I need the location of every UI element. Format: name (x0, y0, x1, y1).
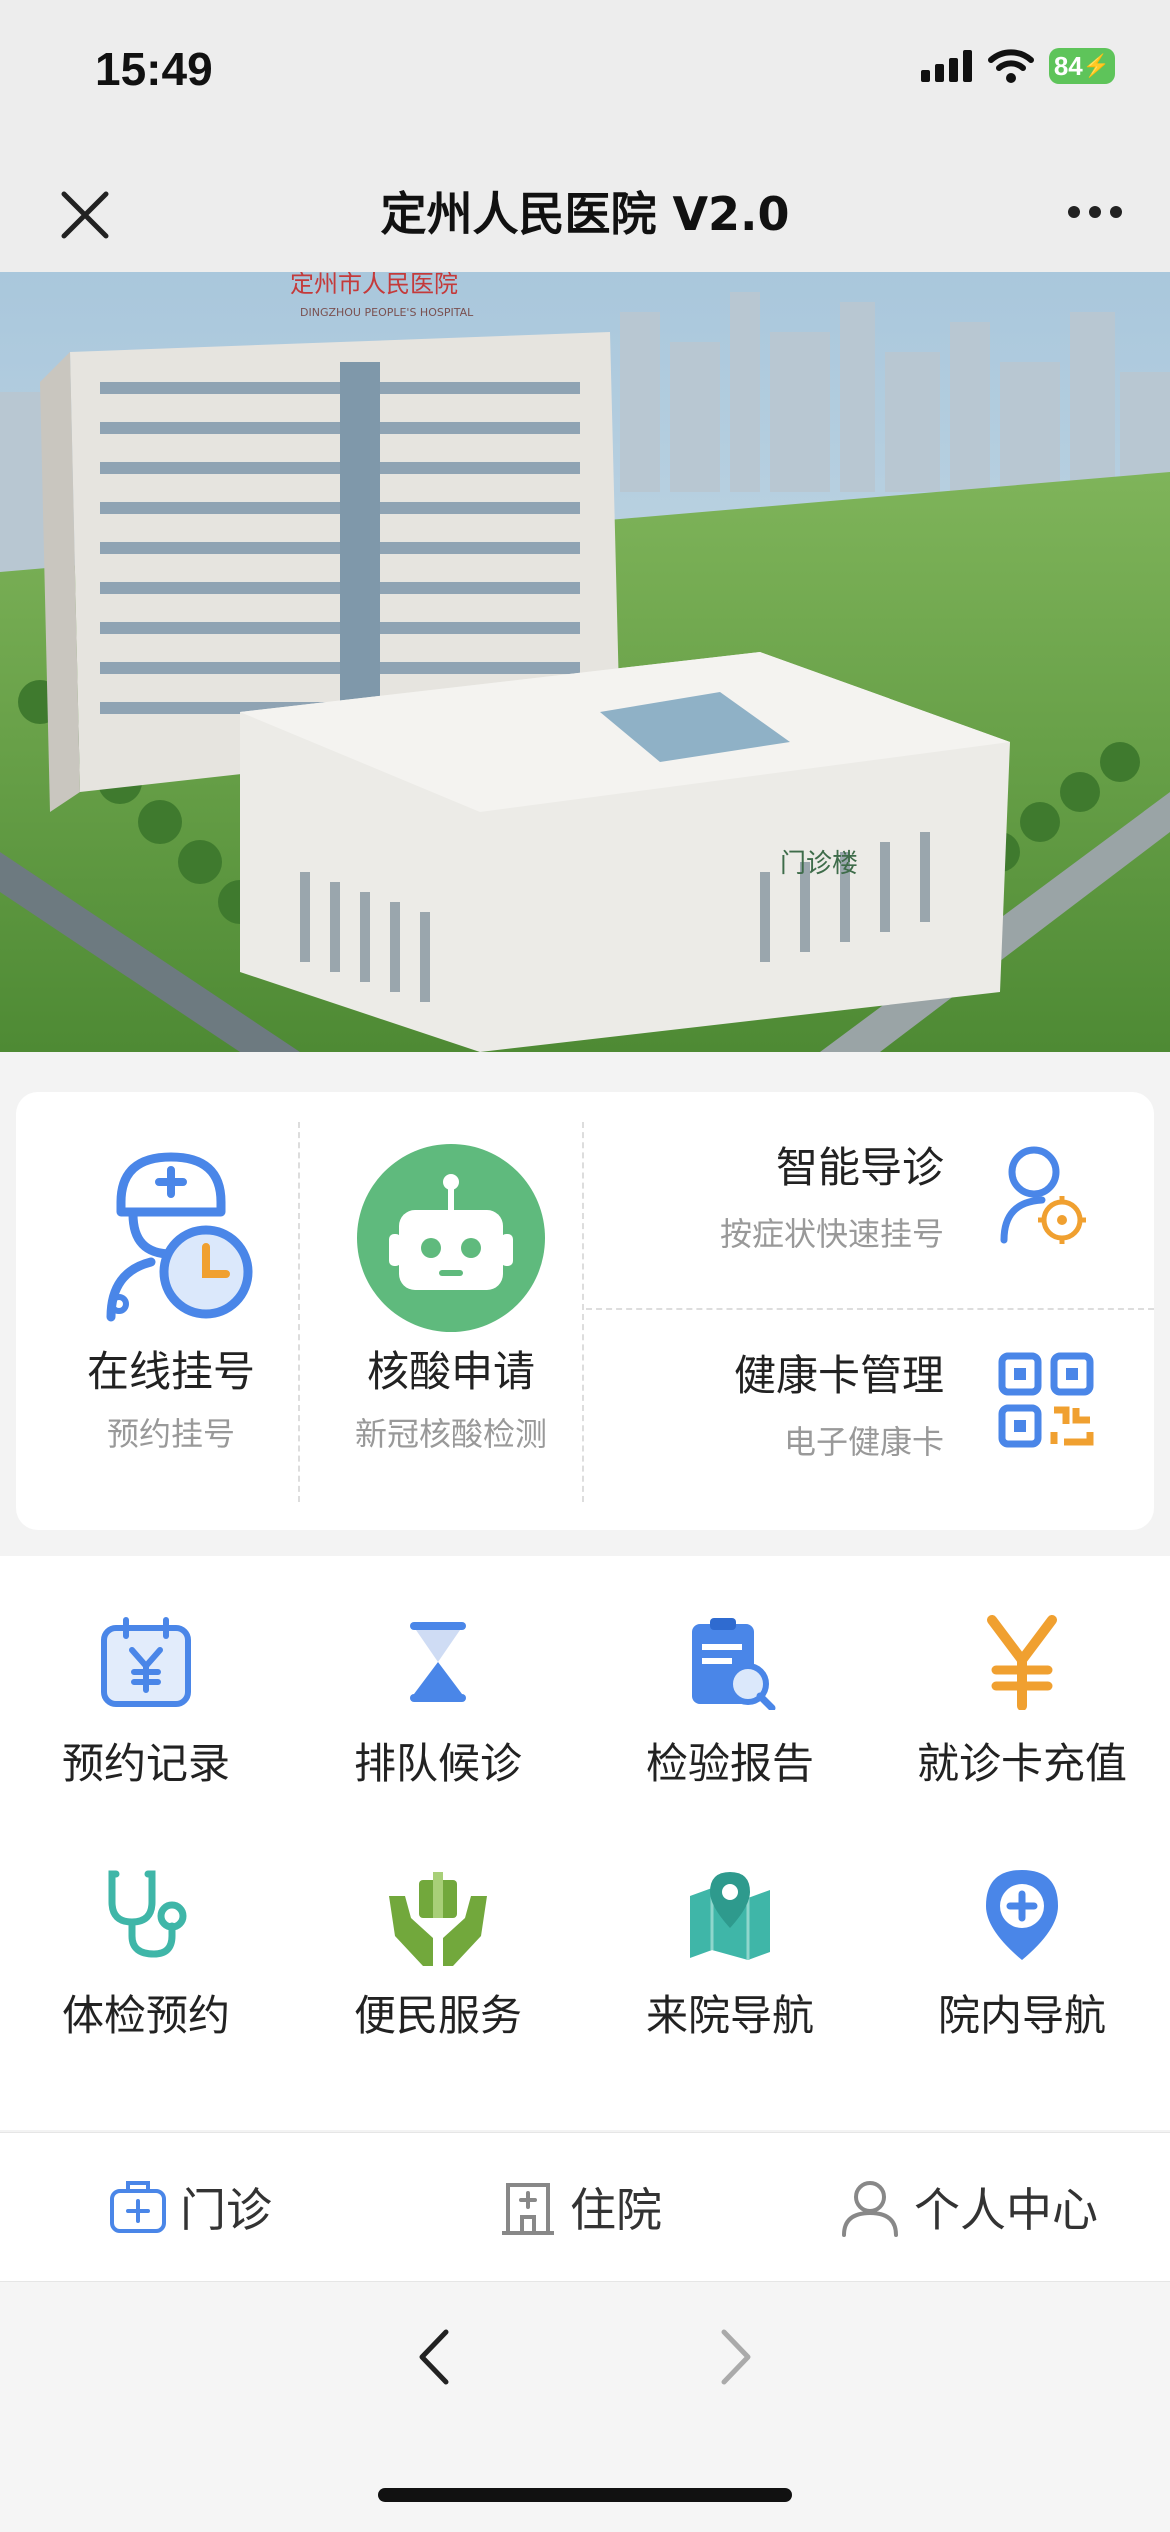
grid-label: 检验报告 (645, 1739, 814, 1788)
grid-label: 院内导航 (937, 1991, 1106, 2040)
robot-icon (357, 1144, 545, 1332)
building-sign-sub: DINGZHOU PEOPLE'S HOSPITAL (300, 306, 474, 319)
hospital-banner[interactable]: 定州市人民医院 DINGZHOU PEOPLE'S HOSPITAL 门诊楼 (0, 272, 1170, 1052)
divider (582, 1122, 584, 1502)
medical-kit-icon (110, 2181, 166, 2233)
person-target-icon (1000, 1146, 1086, 1244)
tab-inpatient[interactable]: 住院 (498, 2133, 662, 2281)
health-card-button[interactable]: 健康卡管理 电子健康卡 (586, 1324, 1154, 1524)
back-arrow-icon[interactable] (410, 2322, 460, 2392)
nucleic-test-title: 核酸申请 (366, 1347, 535, 1396)
report-search-icon (692, 1618, 776, 1710)
grid-label: 排队候诊 (353, 1739, 522, 1788)
home-indicator[interactable] (378, 2488, 792, 2502)
grid-label: 便民服务 (353, 1991, 522, 2040)
hospital-building-image: 定州市人民医院 DINGZHOU PEOPLE'S HOSPITAL 门诊楼 (0, 272, 1170, 1052)
appointment-records-button[interactable]: 预约记录 (0, 1614, 292, 1791)
battery-level: 84 (1053, 50, 1083, 81)
tab-outpatient-label: 门诊 (180, 2183, 272, 2237)
bottom-tab-bar: 门诊 住院 个人中心 (0, 2132, 1170, 2282)
health-card-title: 健康卡管理 (733, 1351, 944, 1400)
convenience-service-button[interactable]: 便民服务 (292, 1866, 584, 2043)
user-icon (842, 2181, 898, 2237)
building-sign: 定州市人民医院 (290, 272, 458, 298)
status-bar: 15:49 84 ⚡ (0, 0, 1170, 150)
hourglass-icon (410, 1622, 466, 1702)
divider (586, 1308, 1154, 1310)
hospital-building-icon (502, 2183, 554, 2235)
more-icon[interactable] (1060, 182, 1130, 242)
physical-exam-button[interactable]: 体检预约 (0, 1866, 292, 2043)
tab-inpatient-label: 住院 (570, 2183, 662, 2237)
health-card-subtitle: 电子健康卡 (783, 1423, 944, 1461)
grid-label: 来院导航 (645, 1991, 814, 2040)
signal-icon (921, 50, 972, 82)
card-recharge-button[interactable]: 就诊卡充值 (876, 1614, 1168, 1791)
queue-button[interactable]: 排队候诊 (292, 1614, 584, 1791)
online-register-button[interactable]: 在线挂号 预约挂号 (46, 1142, 296, 1455)
nucleic-test-subtitle: 新冠核酸检测 (354, 1415, 547, 1453)
map-pin-icon (690, 1872, 770, 1960)
lab-report-button[interactable]: 检验报告 (584, 1614, 876, 1791)
outpatient-building-sign: 门诊楼 (780, 849, 858, 879)
nav-bar: 定州人民医院 V2.0 (0, 150, 1170, 272)
forward-arrow-icon[interactable] (710, 2322, 760, 2392)
status-time: 15:49 (95, 43, 213, 95)
tab-personal[interactable]: 个人中心 (838, 2133, 1098, 2281)
smart-guide-subtitle: 按症状快速挂号 (719, 1215, 944, 1253)
wifi-icon (988, 49, 1034, 83)
page-title: 定州人民医院 V2.0 (380, 187, 790, 241)
stethoscope-icon (108, 1870, 187, 1958)
yen-icon (987, 1615, 1057, 1710)
grid-label: 预约记录 (61, 1739, 230, 1788)
indoor-navigation-button[interactable]: 院内导航 (876, 1866, 1168, 2043)
tab-personal-label: 个人中心 (914, 2183, 1098, 2237)
hospital-navigation-button[interactable]: 来院导航 (584, 1866, 876, 2043)
qr-code-icon (998, 1352, 1094, 1448)
location-plus-icon (986, 1870, 1058, 1960)
smart-guide-button[interactable]: 智能导诊 按症状快速挂号 (586, 1116, 1154, 1316)
nucleic-test-button[interactable]: 核酸申请 新冠核酸检测 (316, 1142, 586, 1455)
hands-gift-icon (389, 1872, 487, 1966)
divider (298, 1122, 300, 1502)
service-card: 在线挂号 预约挂号 核酸申请 新冠核酸检测 智能导诊 按症状快速挂号 健康卡管理… (16, 1092, 1154, 1530)
battery-icon: 84 ⚡ (1049, 48, 1115, 84)
service-grid: 预约记录 排队候诊 检验报告 就诊卡充值 体检预约 便民服务 来院导航 院内导航 (0, 1556, 1170, 2130)
online-register-title: 在线挂号 (86, 1347, 255, 1396)
online-register-subtitle: 预约挂号 (106, 1415, 235, 1453)
smart-guide-title: 智能导诊 (775, 1143, 944, 1192)
doctor-clock-icon (106, 1152, 253, 1322)
tab-outpatient[interactable]: 门诊 (108, 2133, 272, 2281)
status-icons: 84 ⚡ (921, 48, 1115, 84)
calendar-yen-icon (101, 1617, 191, 1707)
grid-label: 体检预约 (61, 1991, 230, 2040)
grid-label: 就诊卡充值 (916, 1739, 1127, 1788)
